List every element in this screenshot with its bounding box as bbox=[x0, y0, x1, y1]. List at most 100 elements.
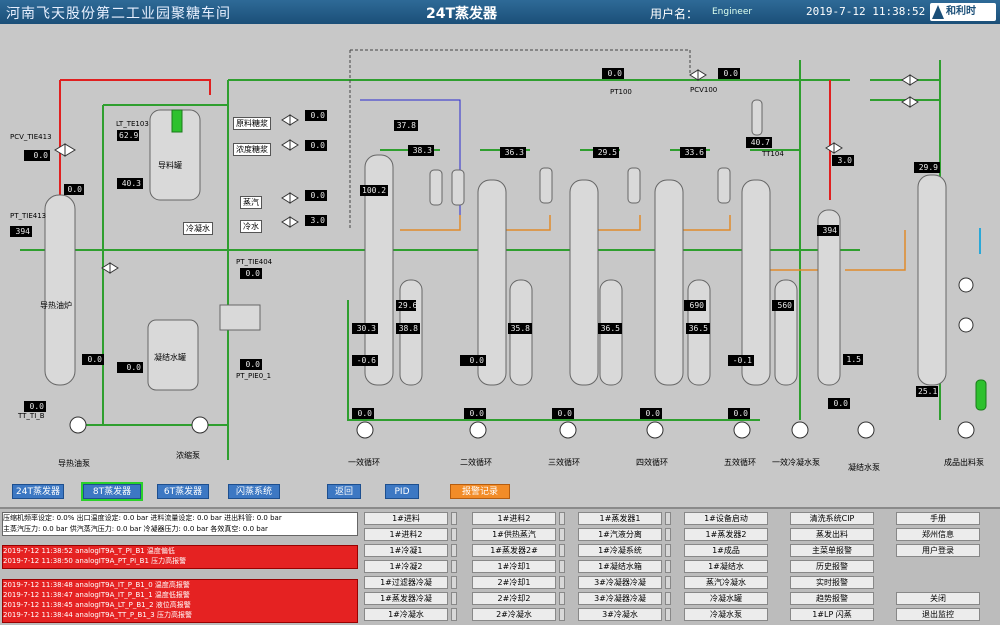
value-display: 29.5 bbox=[593, 147, 619, 158]
pump-label: 二效循环 bbox=[460, 458, 492, 467]
vessel-label: 冷凝水 bbox=[183, 222, 213, 235]
exit-monitor-button[interactable]: 退出监控 bbox=[896, 608, 980, 621]
panel-button[interactable]: 清洗系统CIP bbox=[790, 512, 874, 525]
feed-label: 冷水 bbox=[240, 220, 262, 233]
tag: PT_PIE0_1 bbox=[236, 372, 272, 380]
panel-button[interactable]: 1#蒸发器2 bbox=[684, 528, 768, 541]
panel-button[interactable]: 历史报警 bbox=[790, 560, 874, 573]
alarm-row[interactable]: 2019-7-12 11:38:44 analogIT9A_TT_P_B1_3 … bbox=[3, 610, 357, 620]
value-display: 100.2 bbox=[360, 185, 388, 196]
finisher-column bbox=[917, 174, 947, 386]
condenser-column bbox=[817, 209, 841, 386]
nav-6t-evaporator[interactable]: 6T蒸发器 bbox=[157, 484, 209, 499]
value-display: 62.9 bbox=[117, 130, 139, 141]
vessel-label: 导料罐 bbox=[158, 161, 182, 170]
tag: TT104 bbox=[762, 150, 784, 158]
panel-button[interactable]: 主菜单报警 bbox=[790, 544, 874, 557]
panel-button[interactable]: 蒸发出料 bbox=[790, 528, 874, 541]
value-display: 0.0 bbox=[305, 140, 327, 151]
panel-button[interactable]: 1#凝结水 bbox=[684, 560, 768, 573]
status-indicator bbox=[451, 608, 457, 621]
pump-label: 三效循环 bbox=[548, 458, 580, 467]
nav-24t-evaporator[interactable]: 24T蒸发器 bbox=[12, 484, 64, 499]
alarm-row[interactable]: 2019-7-12 11:38:47 analogIT9A_IT_P_B1_1 … bbox=[3, 590, 357, 600]
panel-button[interactable]: 1#冷凝水 bbox=[364, 608, 448, 621]
panel-button[interactable]: 1#冷却1 bbox=[472, 560, 556, 573]
tag: PT_TIE404 bbox=[236, 258, 273, 266]
datetime-display: 2019-7-12 11:38:52 bbox=[806, 5, 926, 18]
alarm-row[interactable]: 2019-7-12 11:38:50 analogIT9A_PT_PI_B1 压… bbox=[3, 556, 357, 566]
panel-button[interactable]: 1#蒸发器2# bbox=[472, 544, 556, 557]
nav-alarm-records[interactable]: 报警记录 bbox=[450, 484, 510, 499]
panel-button[interactable]: 1#冷凝1 bbox=[364, 544, 448, 557]
nav-back-button[interactable]: 返回 bbox=[327, 484, 361, 499]
panel-button[interactable]: 1#进料 bbox=[364, 512, 448, 525]
company-logo: 和利时 bbox=[930, 3, 996, 21]
alarm-row[interactable]: 2019-7-12 11:38:48 analogIT9A_IT_P_B1_0 … bbox=[3, 580, 357, 590]
pump-label: 浓缩泵 bbox=[176, 451, 200, 460]
value-display: 0.0 bbox=[828, 398, 850, 409]
panel-button[interactable]: 蒸汽冷凝水 bbox=[684, 576, 768, 589]
panel-button[interactable]: 1#凝结水箱 bbox=[578, 560, 662, 573]
value-display: 0.0 bbox=[460, 355, 486, 366]
logo-mark-icon bbox=[932, 5, 944, 19]
panel-button[interactable]: 1#冷凝2 bbox=[364, 560, 448, 573]
panel-button[interactable]: 1#冷凝系统 bbox=[578, 544, 662, 557]
panel-button[interactable]: 郑州信息 bbox=[896, 528, 980, 541]
panel-button[interactable]: 1#汽液分离 bbox=[578, 528, 662, 541]
alarm-row[interactable]: 2019-7-12 11:38:45 analogIT9A_LT_P_B1_2 … bbox=[3, 600, 357, 610]
status-indicator bbox=[451, 544, 457, 557]
panel-button[interactable]: 2#冷凝水 bbox=[472, 608, 556, 621]
feed-label: 浓度糖浆 bbox=[233, 143, 271, 156]
tag: LT_TE103 bbox=[116, 120, 149, 128]
value-display: 25.1 bbox=[916, 386, 938, 397]
panel-button[interactable]: 3#冷凝水 bbox=[578, 608, 662, 621]
tag: PT_TIE413 bbox=[10, 212, 47, 220]
value-display: 38.3 bbox=[408, 145, 434, 156]
panel-button[interactable]: 冷凝水罐 bbox=[684, 592, 768, 605]
nav-flash-system[interactable]: 闪蒸系统 bbox=[228, 484, 280, 499]
panel-button[interactable]: 1#蒸发器冷凝 bbox=[364, 592, 448, 605]
panel-button[interactable]: 3#冷凝器冷凝 bbox=[578, 592, 662, 605]
value-display: 37.8 bbox=[394, 120, 418, 131]
status-indicator bbox=[451, 592, 457, 605]
value-display: 35.8 bbox=[508, 323, 532, 334]
tag: TT_TI_B bbox=[18, 412, 45, 420]
status-row: 主蒸汽压力: 0.0 bar 供汽蒸汽压力: 0.0 bar 冷凝器压力: 0.… bbox=[3, 525, 268, 533]
pump-label: 成品出料泵 bbox=[944, 458, 984, 467]
panel-button[interactable]: 趋势报警 bbox=[790, 592, 874, 605]
value-display: 0.0 bbox=[24, 401, 46, 412]
panel-button[interactable]: 1#过滤器冷凝 bbox=[364, 576, 448, 589]
panel-button[interactable]: 3#冷凝器冷凝 bbox=[578, 576, 662, 589]
nav-pid-button[interactable]: PID bbox=[385, 484, 419, 499]
title-bar: 河南飞天股份第二工业园聚糖车间 24T蒸发器 用户名： Engineer 201… bbox=[0, 0, 1000, 24]
heat-oil-column bbox=[44, 194, 76, 386]
status-indicator bbox=[559, 560, 565, 573]
close-button[interactable]: 关闭 bbox=[896, 592, 980, 605]
status-indicator bbox=[559, 608, 565, 621]
value-display: 0.0 bbox=[64, 184, 84, 195]
panel-button[interactable]: 2#冷却2 bbox=[472, 592, 556, 605]
panel-button[interactable]: 2#冷却1 bbox=[472, 576, 556, 589]
panel-button[interactable]: 1#设备启动 bbox=[684, 512, 768, 525]
panel-button[interactable]: 冷凝水泵 bbox=[684, 608, 768, 621]
panel-button[interactable]: 1#LP 闪蒸 bbox=[790, 608, 874, 621]
status-indicator bbox=[665, 560, 671, 573]
alarm-list-bottom[interactable]: 2019-7-12 11:38:48 analogIT9A_IT_P_B1_0 … bbox=[2, 579, 358, 623]
panel-button[interactable]: 手册 bbox=[896, 512, 980, 525]
pump-label: 导热油泵 bbox=[58, 459, 90, 468]
panel-button[interactable]: 1#进料2 bbox=[472, 512, 556, 525]
panel-button[interactable]: 1#进料2 bbox=[364, 528, 448, 541]
panel-button[interactable]: 1#成品 bbox=[684, 544, 768, 557]
panel-button[interactable]: 用户登录 bbox=[896, 544, 980, 557]
panel-button[interactable]: 实时报警 bbox=[790, 576, 874, 589]
status-row: 压缩机频率设定: 0.0% 出口温度设定: 0.0 bar 进料流量设定: 0.… bbox=[3, 514, 282, 522]
panel-button[interactable]: 1#蒸发器1 bbox=[578, 512, 662, 525]
value-display: 0.0 bbox=[82, 354, 104, 365]
nav-8t-evaporator[interactable]: 8T蒸发器 bbox=[81, 482, 143, 501]
panel-button[interactable]: 1#供热蒸汽 bbox=[472, 528, 556, 541]
alarm-list-top[interactable]: 2019-7-12 11:38:52 analogIT9A_T_PI_B1 温度… bbox=[2, 545, 358, 569]
value-display: 30.3 bbox=[352, 323, 378, 334]
alarm-row[interactable]: 2019-7-12 11:38:52 analogIT9A_T_PI_B1 温度… bbox=[3, 546, 357, 556]
status-indicator bbox=[665, 512, 671, 525]
